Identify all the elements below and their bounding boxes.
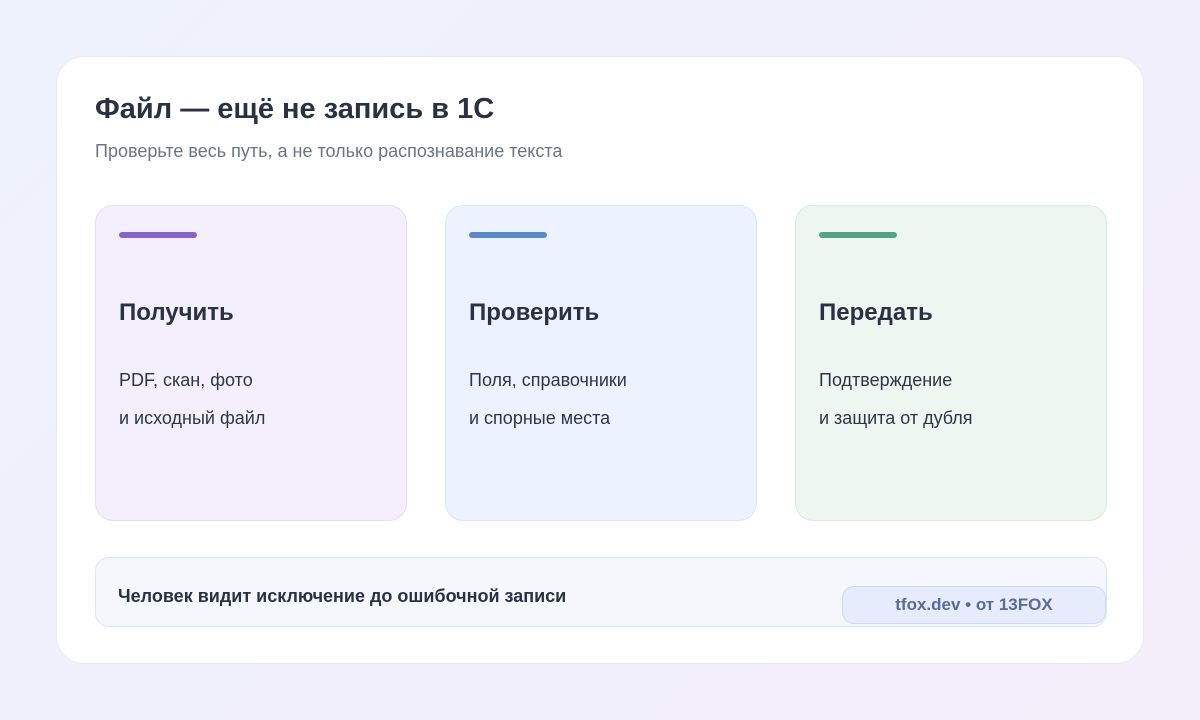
page-title: Файл — ещё не запись в 1С [95,93,495,125]
step-card-receive: Получить PDF, скан, фото и исходный файл [95,205,407,521]
footer-banner: Человек видит исключение до ошибочной за… [95,557,1107,627]
page-subtitle: Проверьте весь путь, а не только распозн… [95,141,563,161]
step-title: Проверить [469,299,600,326]
step-description-line: Подтверждение [819,370,953,390]
step-description-line: и защита от дубля [819,408,973,428]
step-card-transfer: Передать Подтверждение и защита от дубля [795,205,1107,521]
step-accent-bar [819,232,897,238]
content-card: Файл — ещё не запись в 1С Проверьте весь… [56,56,1144,664]
step-description-line: PDF, скан, фото [119,370,253,390]
step-title: Передать [819,299,933,326]
brand-badge[interactable]: tfox.dev • от 13FOX [842,586,1106,624]
step-description-line: и исходный файл [119,408,266,428]
step-title: Получить [119,299,234,326]
step-description-line: и спорные места [469,408,611,428]
step-card-verify: Проверить Поля, справочники и спорные ме… [445,205,757,521]
step-description-line: Поля, справочники [469,370,627,390]
step-accent-bar [469,232,547,238]
footer-message: Человек видит исключение до ошибочной за… [118,586,567,606]
page: Файл — ещё не запись в 1С Проверьте весь… [0,0,1200,720]
step-accent-bar [119,232,197,238]
